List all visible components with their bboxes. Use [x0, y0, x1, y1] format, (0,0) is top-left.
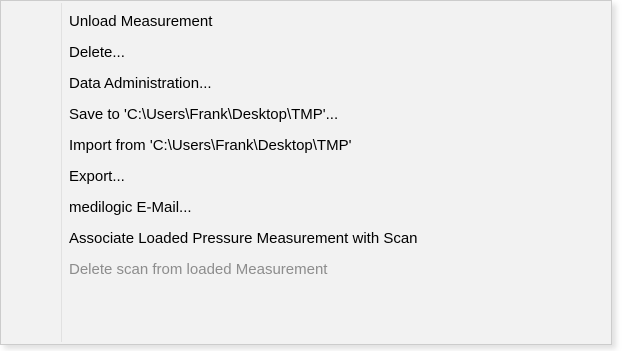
menu-item-import-from[interactable]: Import from 'C:\Users\Frank\Desktop\TMP' — [3, 130, 609, 161]
menu-items: Unload Measurement Delete... Data Admini… — [1, 6, 611, 285]
menu-item-delete-scan: Delete scan from loaded Measurement — [69, 261, 328, 278]
menu-item-delete[interactable]: Delete... — [3, 37, 609, 68]
menu-item-save-to[interactable]: Save to 'C:\Users\Frank\Desktop\TMP'... — [3, 99, 609, 130]
menu-item-associate-measurement-scan[interactable]: Associate Loaded Pressure Measurement wi… — [3, 223, 609, 254]
menu-item-export[interactable]: Export... — [3, 161, 609, 192]
context-menu: Unload Measurement Delete... Data Admini… — [0, 0, 612, 345]
menu-item-medilogic-email[interactable]: medilogic E-Mail... — [3, 192, 609, 223]
menu-item-unload-measurement[interactable]: Unload Measurement — [3, 6, 609, 37]
menu-item-data-administration[interactable]: Data Administration... — [3, 68, 609, 99]
